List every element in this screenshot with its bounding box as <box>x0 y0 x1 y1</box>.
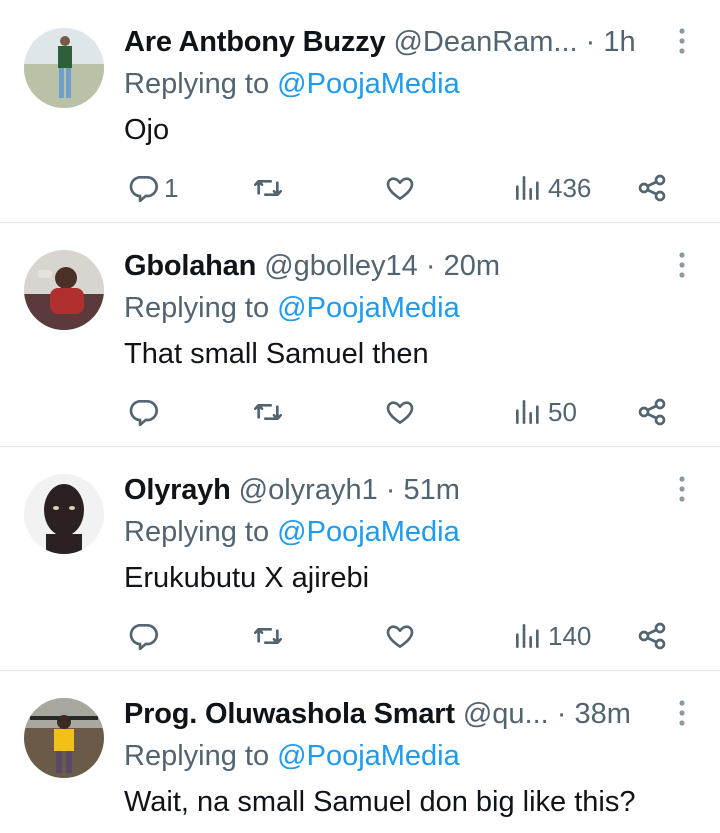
reply-button[interactable] <box>128 612 164 660</box>
separator-dot: · <box>585 26 596 58</box>
separator-dot: · <box>385 474 396 506</box>
replying-to: Replying to @PoojaMedia <box>124 288 460 328</box>
user-handle[interactable]: @DeanRam... <box>393 26 577 58</box>
timestamp[interactable]: 51m <box>404 474 460 506</box>
action-bar: 50 <box>0 388 720 436</box>
avatar[interactable] <box>24 28 104 108</box>
more-vertical-icon[interactable] <box>672 698 692 728</box>
replying-to-label: Replying to <box>124 292 270 324</box>
user-handle[interactable]: @olyrayh1 <box>239 474 378 506</box>
reply-feed: Are Antbony Buzzy @DeanRam... · 1h Reply… <box>0 0 720 833</box>
retweet-icon <box>254 404 282 420</box>
retweet-button[interactable] <box>252 612 288 660</box>
share-button[interactable] <box>636 612 668 660</box>
display-name[interactable]: Olyrayh <box>124 474 231 506</box>
like-button[interactable] <box>384 612 420 660</box>
timestamp[interactable]: 20m <box>444 250 500 282</box>
action-bar: 140 <box>0 612 720 660</box>
tweet-text: Wait, na small Samuel don big like this? <box>124 786 636 818</box>
tweet-text: That small Samuel then <box>124 338 429 370</box>
avatar[interactable] <box>24 698 104 778</box>
retweet-button[interactable] <box>252 164 288 212</box>
mention-link[interactable]: @PoojaMedia <box>277 740 460 772</box>
more-vertical-icon[interactable] <box>672 250 692 280</box>
separator-dot: · <box>425 250 436 282</box>
replying-to: Replying to @PoojaMedia <box>124 512 460 552</box>
display-name[interactable]: Are Antbony Buzzy <box>124 26 386 58</box>
heart-icon <box>386 177 414 200</box>
mention-link[interactable]: @PoojaMedia <box>277 516 460 548</box>
view-count: 436 <box>548 172 592 203</box>
share-button[interactable] <box>636 388 668 436</box>
retweet-icon <box>254 180 282 196</box>
avatar[interactable] <box>24 250 104 330</box>
reply-button[interactable] <box>128 388 164 436</box>
tweet-header: Gbolahan @gbolley14 · 20m <box>124 246 652 286</box>
user-handle[interactable]: @qu... <box>463 698 549 730</box>
views-icon <box>516 624 539 648</box>
like-button[interactable] <box>384 388 420 436</box>
replying-to-label: Replying to <box>124 516 270 548</box>
replying-to-label: Replying to <box>124 68 270 100</box>
tweet-header: Olyrayh @olyrayh1 · 51m <box>124 470 652 510</box>
mention-link[interactable]: @PoojaMedia <box>277 292 460 324</box>
more-vertical-icon[interactable] <box>672 26 692 56</box>
tweet-header: Prog. Oluwashola Smart @qu... · 38m <box>124 694 652 734</box>
user-handle[interactable]: @gbolley14 <box>264 250 418 282</box>
reply-button[interactable]: 1 <box>128 164 178 212</box>
heart-icon <box>386 401 414 424</box>
tweet[interactable]: Olyrayh @olyrayh1 · 51m Replying to @Poo… <box>0 448 720 671</box>
action-bar: 1 436 <box>0 164 720 212</box>
views-button[interactable]: 50 <box>512 388 577 436</box>
heart-icon <box>386 625 414 648</box>
views-button[interactable]: 436 <box>512 164 591 212</box>
views-button[interactable]: 140 <box>512 612 591 660</box>
retweet-icon <box>254 628 282 644</box>
tweet[interactable]: Are Antbony Buzzy @DeanRam... · 1h Reply… <box>0 0 720 223</box>
replying-to-label: Replying to <box>124 740 270 772</box>
tweet[interactable]: Gbolahan @gbolley14 · 20m Replying to @P… <box>0 224 720 447</box>
tweet-text: Ojo <box>124 114 170 146</box>
share-button[interactable] <box>636 164 668 212</box>
view-count: 140 <box>548 620 592 651</box>
like-button[interactable] <box>384 164 420 212</box>
separator-dot: · <box>556 698 567 730</box>
tweet-header: Are Antbony Buzzy @DeanRam... · 1h <box>124 22 652 62</box>
reply-icon <box>129 623 158 651</box>
share-icon <box>638 622 666 650</box>
share-icon <box>638 174 666 202</box>
tweet-text: Erukubutu X ajirebi <box>124 562 370 594</box>
timestamp[interactable]: 1h <box>603 26 635 58</box>
views-icon <box>516 176 539 200</box>
replying-to: Replying to @PoojaMedia <box>124 64 460 104</box>
display-name[interactable]: Prog. Oluwashola Smart <box>124 698 455 730</box>
reply-count: 1 <box>164 172 179 203</box>
replying-to: Replying to @PoojaMedia <box>124 736 460 776</box>
more-vertical-icon[interactable] <box>672 474 692 504</box>
mention-link[interactable]: @PoojaMedia <box>277 68 460 100</box>
display-name[interactable]: Gbolahan <box>124 250 256 282</box>
tweet[interactable]: Prog. Oluwashola Smart @qu... · 38m Repl… <box>0 672 720 833</box>
reply-icon <box>129 175 158 203</box>
avatar[interactable] <box>24 474 104 554</box>
reply-icon <box>129 399 158 427</box>
timestamp[interactable]: 38m <box>575 698 631 730</box>
view-count: 50 <box>548 396 577 427</box>
share-icon <box>638 398 666 426</box>
views-icon <box>516 400 539 424</box>
retweet-button[interactable] <box>252 388 288 436</box>
